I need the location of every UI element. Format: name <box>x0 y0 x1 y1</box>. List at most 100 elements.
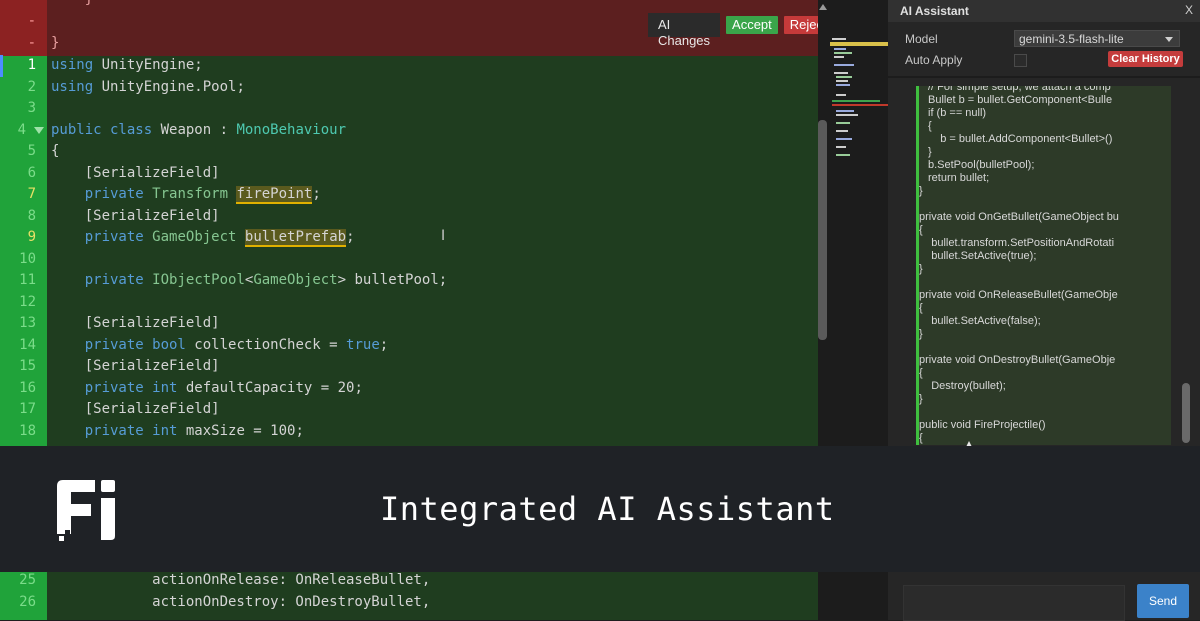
line-number: 14 <box>19 336 36 353</box>
code-text: private GameObject bulletPrefab; <box>84 229 355 247</box>
line-number: 7 <box>27 186 36 202</box>
auto-apply-checkbox[interactable] <box>1014 54 1027 67</box>
code-line[interactable]: 6 [SerializeField] <box>0 163 818 185</box>
code-line[interactable]: 7 private Transform firePoint; <box>0 184 818 206</box>
panel-header: AI Assistant X <box>888 0 1200 22</box>
code-text: private int defaultCapacity = 20; <box>84 379 363 396</box>
code-line[interactable]: 12 <box>0 292 818 314</box>
code-text: actionOnDestroy: OnDestroyBullet, <box>51 593 431 610</box>
line-number: 10 <box>19 250 36 267</box>
suggestion-line: } <box>928 146 932 158</box>
suggestion-line: bullet.SetActive(true); <box>919 250 1037 262</box>
minimap-lines <box>828 34 888 159</box>
code-line[interactable]: 25 actionOnRelease: OnReleaseBullet, <box>0 570 818 592</box>
code-line[interactable]: 17 [SerializeField] <box>0 399 818 421</box>
suggestion-line: } <box>919 185 923 197</box>
code-text: private int maxSize = 100; <box>84 422 304 439</box>
code-text: public class Weapon : MonoBehaviour <box>51 121 347 138</box>
code-line[interactable]: 1 using UnityEngine; <box>0 55 818 77</box>
line-number: 12 <box>19 293 36 310</box>
model-label: Model <box>905 32 938 46</box>
suggestion-line: b.SetPool(bulletPool); <box>928 159 1035 171</box>
suggestion-line: bullet.SetActive(false); <box>919 315 1041 327</box>
close-button[interactable]: X <box>1185 3 1193 17</box>
chat-scrollbar[interactable] <box>1182 383 1190 443</box>
removed-line: - } <box>0 0 818 11</box>
ai-changes-label: AI Changes <box>648 13 721 48</box>
suggestion-line: { <box>919 302 923 314</box>
code-line[interactable]: 3 <box>0 98 818 120</box>
code-line[interactable]: 4 public class Weapon : MonoBehaviour <box>0 120 818 142</box>
suggestion-line: } <box>919 328 923 340</box>
suggestion-line: { <box>919 432 923 444</box>
line-number: 26 <box>19 593 36 610</box>
code-line[interactable]: 10 <box>0 249 818 271</box>
code-line[interactable]: 13 [SerializeField] <box>0 313 818 335</box>
line-number: 4 <box>17 121 26 138</box>
scroll-up-arrow-icon[interactable] <box>819 4 827 10</box>
line-number: 2 <box>27 78 36 95</box>
clear-history-button[interactable]: Clear History <box>1108 51 1183 67</box>
code-line[interactable]: 5 { <box>0 141 818 163</box>
line-number: 5 <box>27 143 36 159</box>
line-number: 3 <box>27 100 36 116</box>
code-text: } <box>51 0 93 11</box>
chat-input[interactable] <box>903 585 1125 621</box>
line-number: 17 <box>19 401 36 417</box>
code-text: private Transform firePoint; <box>84 186 321 204</box>
suggestion-line: } <box>919 393 923 405</box>
code-text: actionOnRelease: OnReleaseBullet, <box>51 572 431 588</box>
model-dropdown[interactable]: gemini-3.5-flash-lite <box>1014 30 1180 47</box>
suggestion-line: bullet.transform.SetPositionAndRotati <box>919 237 1115 249</box>
suggestion-line: private void OnReleaseBullet(GameObje <box>919 289 1118 301</box>
suggestion-line: Destroy(bullet); <box>919 380 1006 392</box>
line-number: 11 <box>19 272 36 288</box>
suggestion-line: { <box>919 367 923 379</box>
code-line[interactable]: 15 [SerializeField] <box>0 356 818 378</box>
suggestion-line: } <box>919 263 923 275</box>
fold-arrow-icon[interactable] <box>34 126 44 134</box>
line-number: 18 <box>19 422 36 439</box>
chevron-down-icon <box>1165 37 1173 42</box>
ai-changes-bar: AI Changes Accept Reject <box>648 13 818 48</box>
line-number: 1 <box>27 57 36 73</box>
code-line[interactable]: 14 private bool collectionCheck = true; <box>0 335 818 357</box>
code-text: using UnityEngine; <box>51 57 203 73</box>
suggestion-line: // For simple setup, we attach a comp <box>928 86 1111 93</box>
reject-button[interactable]: Reject <box>783 16 818 34</box>
line-number: - <box>0 0 36 11</box>
editor-scrollbar[interactable] <box>818 120 827 340</box>
accept-button[interactable]: Accept <box>726 16 778 34</box>
suggestion-line: Bullet b = bullet.GetComponent<Bulle <box>928 94 1113 106</box>
code-line[interactable]: 26 actionOnDestroy: OnDestroyBullet, <box>0 592 818 614</box>
suggestion-line: return bullet; <box>928 172 990 184</box>
line-number: 15 <box>19 358 36 374</box>
line-number: 25 <box>19 572 36 588</box>
line-number: 16 <box>19 379 36 396</box>
code-suggestion-block: // For simple setup, we attach a comp Bu… <box>916 86 1171 445</box>
auto-apply-label: Auto Apply <box>905 53 963 67</box>
line-number: - <box>27 35 36 51</box>
chat-history[interactable]: // For simple setup, we attach a comp Bu… <box>888 78 1200 445</box>
code-text: private IObjectPool<GameObject> bulletPo… <box>84 272 448 288</box>
code-text: { <box>51 143 60 159</box>
suggestion-line: { <box>928 120 932 132</box>
line-number: - <box>27 13 36 29</box>
code-text: private bool collectionCheck = true; <box>84 336 389 353</box>
code-line[interactable]: 16 private int defaultCapacity = 20; <box>0 378 818 400</box>
send-button[interactable]: Send <box>1137 584 1189 618</box>
suggestion-line: b = bullet.AddComponent<Bullet>() <box>928 133 1113 145</box>
code-text: [SerializeField] <box>51 207 220 224</box>
code-line[interactable]: 18 private int maxSize = 100; <box>0 421 818 443</box>
code-line[interactable]: 9 private GameObject bulletPrefab; <box>0 227 818 249</box>
line-number: 9 <box>27 229 36 245</box>
panel-title: AI Assistant <box>900 4 969 18</box>
line-number: 13 <box>19 315 36 331</box>
code-line[interactable]: 2 using UnityEngine.Pool; <box>0 77 818 99</box>
code-line[interactable]: 11 private IObjectPool<GameObject> bulle… <box>0 270 818 292</box>
line-number: 8 <box>27 207 36 224</box>
code-line[interactable]: 8 [SerializeField] <box>0 206 818 228</box>
suggestion-line: if (b == null) <box>928 107 987 119</box>
code-text: [SerializeField] <box>51 401 220 417</box>
line-number: 6 <box>27 164 36 181</box>
